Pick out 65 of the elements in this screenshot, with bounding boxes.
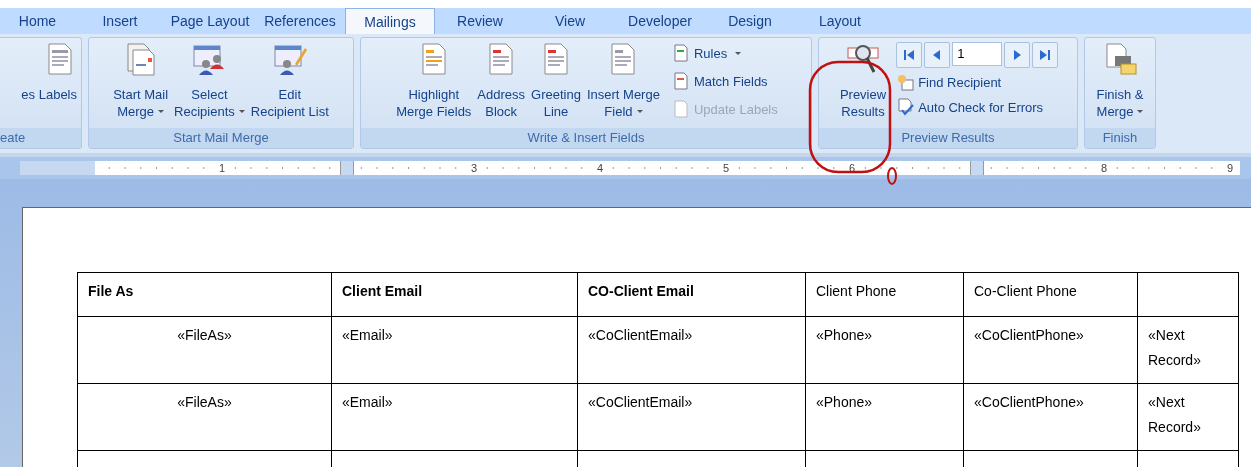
group-label: Write & Insert Fields <box>361 128 811 148</box>
group-label: Start Mail Merge <box>89 128 353 148</box>
merge-field: «Email» <box>342 394 393 410</box>
caret-icon <box>735 51 742 55</box>
merge-field: «CoClientPhone» <box>974 394 1084 410</box>
column-header: Client Phone <box>816 283 897 299</box>
ribbon-tab[interactable]: View <box>525 8 615 34</box>
ribbon-tab[interactable]: Mailings <box>345 8 435 34</box>
ribbon-button[interactable]: Edit Recipient List <box>248 42 331 128</box>
merge-field: «CoClientEmail» <box>588 394 693 410</box>
checkmark-icon <box>896 98 915 116</box>
ribbon-tab[interactable]: Home <box>0 8 75 34</box>
column-header: Client Email <box>342 283 423 299</box>
ribbon-tab[interactable]: Design <box>705 8 795 34</box>
printer-icon <box>1103 42 1137 76</box>
ribbon-button[interactable]: Find Recipient <box>896 71 1059 93</box>
ribbon-button[interactable]: Start Mail Merge <box>111 42 171 128</box>
ribbon-button[interactable]: Address Block <box>475 42 528 128</box>
last-icon <box>1038 48 1053 62</box>
caret-icon <box>158 110 165 113</box>
merge-field: «CoClientPhone» <box>974 327 1084 343</box>
column-marker-icon <box>970 161 984 175</box>
people-list-icon <box>192 42 227 76</box>
ribbon-tab[interactable]: Page Layout <box>165 8 255 34</box>
ribbon-tab[interactable]: References <box>255 8 345 34</box>
first-icon <box>902 48 917 62</box>
column-header: File As <box>88 283 134 299</box>
merge-field: «Email» <box>342 327 393 343</box>
record-number-field[interactable]: 1 <box>952 42 1003 66</box>
caret-icon <box>238 110 245 113</box>
ribbon-button[interactable]: Select Recipients <box>172 42 247 128</box>
next-record-button[interactable] <box>1004 42 1031 68</box>
ribbon-tab[interactable]: Developer <box>615 8 705 34</box>
document-icon <box>671 72 690 90</box>
caret-icon <box>636 110 643 113</box>
ribbon-tab[interactable]: Layout <box>795 8 885 34</box>
ribbon-button[interactable]: es Labels <box>2 42 79 128</box>
ribbon-button[interactable]: Highlight Merge Fields <box>394 42 474 128</box>
group-label: Preview Results <box>819 128 1077 148</box>
merge-field: «Phone» <box>816 327 873 343</box>
merge-field: «FileAs» <box>177 394 232 410</box>
merge-field: «CoClientEmail» <box>588 327 693 343</box>
document-icon <box>671 44 690 62</box>
group-label: eate <box>0 128 81 148</box>
ribbon-button[interactable]: Finish & Merge <box>1094 42 1146 128</box>
ribbon-button[interactable]: Match Fields <box>671 70 778 92</box>
caret-icon <box>1137 110 1144 113</box>
ribbon-button[interactable]: Preview Results <box>837 42 889 128</box>
column-header: Co-Client Phone <box>974 283 1077 299</box>
ribbon-tab[interactable]: Insert <box>75 8 165 34</box>
column-marker-icon <box>340 161 354 175</box>
ribbon-button[interactable]: Rules <box>671 42 778 64</box>
first-record-button[interactable] <box>896 42 923 68</box>
ribbon-tab[interactable]: Review <box>435 8 525 34</box>
last-record-button[interactable] <box>1032 42 1059 68</box>
column-header: CO-Client Email <box>588 283 694 299</box>
merge-field: «Phone» <box>816 394 873 410</box>
group-label: Finish <box>1085 128 1155 148</box>
document-icon <box>671 100 690 118</box>
ribbon-button[interactable]: Auto Check for Errors <box>896 96 1059 118</box>
previous-record-button[interactable] <box>924 42 951 68</box>
people-list-icon <box>272 42 307 76</box>
ribbon-button[interactable]: Greeting Line <box>529 42 583 128</box>
merge-field: «FileAs» <box>177 327 232 343</box>
ribbon-button[interactable]: Insert Merge Field <box>584 42 662 128</box>
